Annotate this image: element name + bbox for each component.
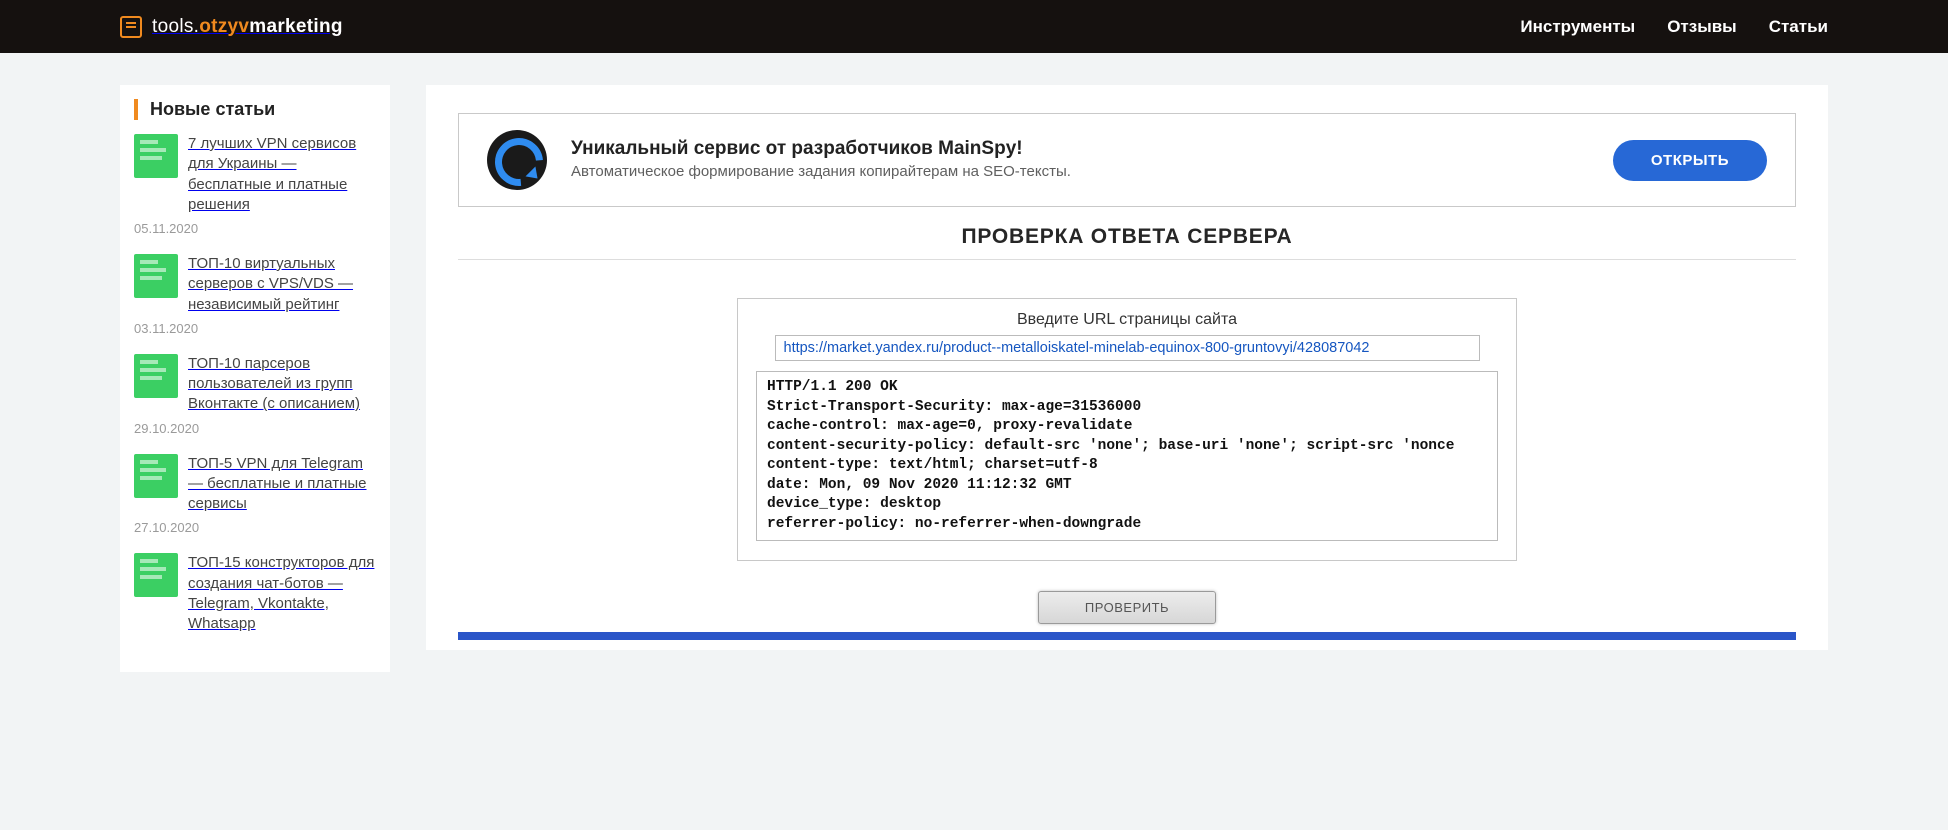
- nav-articles[interactable]: Статьи: [1769, 17, 1828, 37]
- logo-icon: [120, 16, 142, 38]
- promo-title: Уникальный сервис от разработчиков MainS…: [571, 138, 1589, 160]
- list-item: ТОП-15 конструкторов для создания чат-бо…: [134, 553, 376, 634]
- sidebar-article-link[interactable]: 7 лучших VPN сервисов для Украины — бесп…: [134, 134, 376, 215]
- site-logo[interactable]: tools.otzyvmarketing: [120, 16, 343, 38]
- promo-subtitle: Автоматическое формирование задания копи…: [571, 162, 1589, 182]
- thumbnail-icon: [134, 553, 178, 597]
- list-item: ТОП-10 парсеров пользователей из групп В…: [134, 354, 376, 436]
- article-title: ТОП-10 парсеров пользователей из групп В…: [188, 354, 376, 415]
- article-title: ТОП-10 виртуальных серверов с VPS/VDS — …: [188, 254, 376, 315]
- logo-text: tools.otzyvmarketing: [152, 16, 343, 38]
- article-title: ТОП-5 VPN для Telegram — бесплатные и пл…: [188, 454, 376, 515]
- article-date: 27.10.2020: [134, 520, 376, 535]
- promo-banner: Уникальный сервис от разработчиков MainS…: [458, 113, 1796, 207]
- thumbnail-icon: [134, 134, 178, 178]
- article-date: 05.11.2020: [134, 221, 376, 236]
- thumbnail-icon: [134, 454, 178, 498]
- sidebar-article-link[interactable]: ТОП-15 конструкторов для создания чат-бо…: [134, 553, 376, 634]
- main-nav: Инструменты Отзывы Статьи: [1520, 17, 1828, 37]
- promo-logo-icon: [487, 130, 547, 190]
- page-title: ПРОВЕРКА ОТВЕТА СЕРВЕРА: [458, 225, 1796, 249]
- nav-instruments[interactable]: Инструменты: [1520, 17, 1635, 37]
- sidebar-heading: Новые статьи: [134, 99, 376, 120]
- promo-open-button[interactable]: ОТКРЫТЬ: [1613, 140, 1767, 181]
- list-item: ТОП-10 виртуальных серверов с VPS/VDS — …: [134, 254, 376, 336]
- server-response-tool: Введите URL страницы сайта: [737, 298, 1517, 561]
- thumbnail-icon: [134, 254, 178, 298]
- sidebar-article-link[interactable]: ТОП-5 VPN для Telegram — бесплатные и пл…: [134, 454, 376, 515]
- article-date: 03.11.2020: [134, 321, 376, 336]
- response-output[interactable]: [756, 371, 1498, 541]
- article-title: 7 лучших VPN сервисов для Украины — бесп…: [188, 134, 376, 215]
- article-title: ТОП-15 конструкторов для создания чат-бо…: [188, 553, 376, 634]
- sidebar-article-link[interactable]: ТОП-10 парсеров пользователей из групп В…: [134, 354, 376, 415]
- list-item: ТОП-5 VPN для Telegram — бесплатные и пл…: [134, 454, 376, 536]
- url-label: Введите URL страницы сайта: [756, 311, 1498, 329]
- footer-accent-bar: [458, 632, 1796, 640]
- list-item: 7 лучших VPN сервисов для Украины — бесп…: [134, 134, 376, 236]
- nav-reviews[interactable]: Отзывы: [1667, 17, 1737, 37]
- article-date: 29.10.2020: [134, 421, 376, 436]
- url-input[interactable]: [775, 335, 1480, 361]
- thumbnail-icon: [134, 354, 178, 398]
- sidebar-article-link[interactable]: ТОП-10 виртуальных серверов с VPS/VDS — …: [134, 254, 376, 315]
- promo-text: Уникальный сервис от разработчиков MainS…: [571, 138, 1589, 182]
- sidebar: Новые статьи 7 лучших VPN сервисов для У…: [120, 85, 390, 672]
- check-button[interactable]: ПРОВЕРИТЬ: [1038, 591, 1216, 624]
- main-content: Уникальный сервис от разработчиков MainS…: [426, 85, 1828, 650]
- site-header: tools.otzyvmarketing Инструменты Отзывы …: [0, 0, 1948, 53]
- divider: [458, 259, 1796, 260]
